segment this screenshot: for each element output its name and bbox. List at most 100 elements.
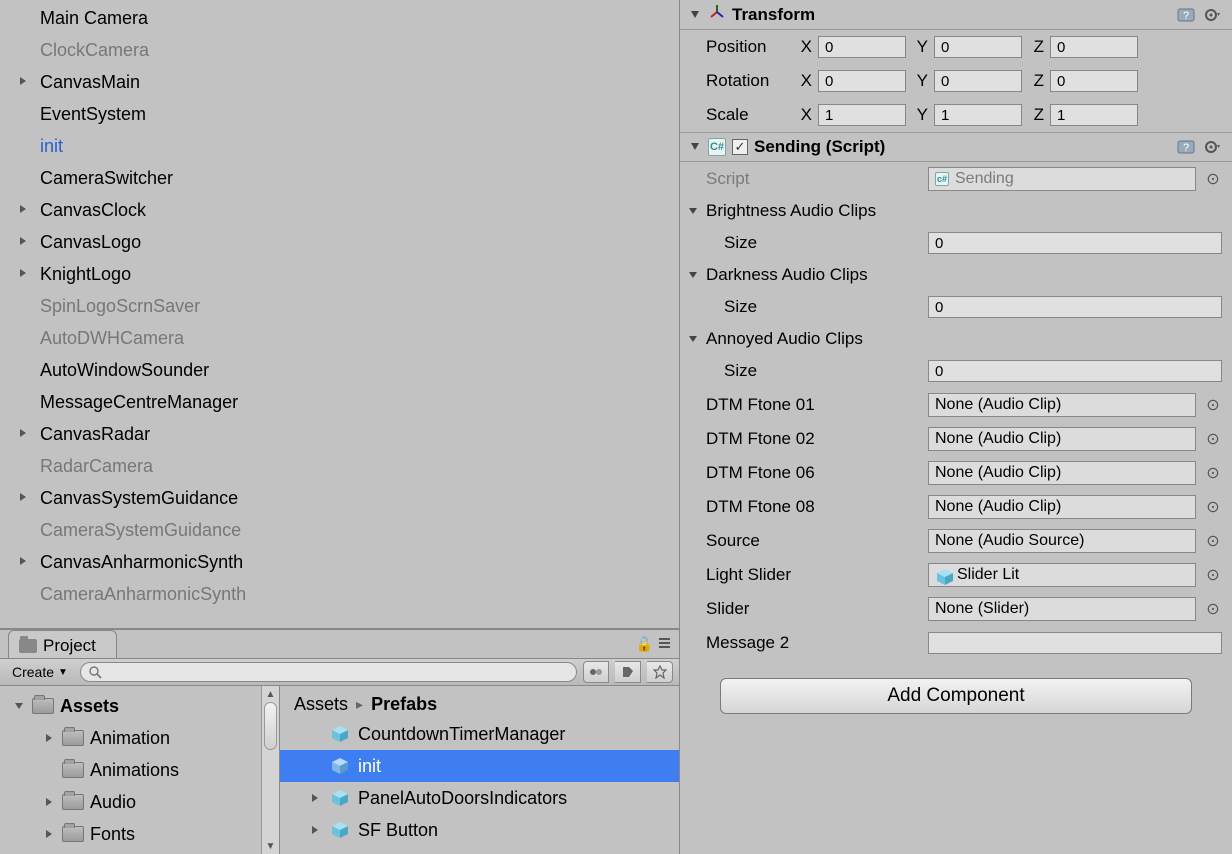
crumb-current[interactable]: Prefabs	[371, 694, 437, 715]
hierarchy-item[interactable]: Main Camera	[0, 2, 679, 34]
foldout-icon[interactable]	[690, 10, 702, 20]
asset-item[interactable]: CountdownTimerManager	[280, 718, 679, 750]
object-picker-icon[interactable]: ⊙	[1204, 566, 1222, 584]
crumb-root[interactable]: Assets	[294, 694, 348, 715]
scroll-up-icon[interactable]: ▲	[262, 686, 279, 702]
scale-x-input[interactable]	[818, 104, 906, 126]
hierarchy-item[interactable]: AutoDWHCamera	[0, 322, 679, 354]
object-picker-icon[interactable]: ⊙	[1204, 532, 1222, 550]
object-picker-icon[interactable]: ⊙	[1204, 396, 1222, 414]
size-input[interactable]	[928, 296, 1222, 318]
asset-item[interactable]: init	[280, 750, 679, 782]
filter-by-type-button[interactable]	[583, 661, 609, 683]
expand-icon[interactable]	[44, 797, 56, 807]
array-section-header[interactable]: Darkness Audio Clips	[680, 260, 1232, 290]
object-field[interactable]: Slider Lit	[928, 563, 1196, 587]
object-field[interactable]: None (Slider)	[928, 597, 1196, 621]
array-section-header[interactable]: Brightness Audio Clips	[680, 196, 1232, 226]
scale-z-input[interactable]	[1050, 104, 1138, 126]
rotation-x-input[interactable]	[818, 70, 906, 92]
scroll-thumb[interactable]	[264, 702, 277, 750]
scrollbar[interactable]: ▲ ▼	[261, 686, 279, 854]
lock-icon[interactable]: 🔓	[636, 636, 653, 653]
hierarchy-item[interactable]: CanvasSystemGuidance	[0, 482, 679, 514]
hierarchy-item[interactable]: CameraSystemGuidance	[0, 514, 679, 546]
object-field[interactable]: None (Audio Clip)	[928, 427, 1196, 451]
help-icon[interactable]: ?	[1176, 137, 1196, 157]
gear-icon[interactable]	[1202, 5, 1222, 25]
foldout-icon[interactable]	[690, 142, 702, 152]
panel-menu-icon[interactable]	[657, 634, 671, 652]
object-picker-icon[interactable]: ⊙	[1204, 600, 1222, 618]
expand-icon[interactable]	[18, 268, 28, 278]
object-field[interactable]: None (Audio Clip)	[928, 393, 1196, 417]
gear-icon[interactable]	[1202, 137, 1222, 157]
object-field[interactable]: None (Audio Clip)	[928, 495, 1196, 519]
add-component-button[interactable]: Add Component	[720, 678, 1192, 714]
expand-icon[interactable]	[18, 492, 28, 502]
expand-icon[interactable]	[310, 729, 322, 739]
hierarchy-item[interactable]: MessageCentreManager	[0, 386, 679, 418]
object-picker-icon[interactable]: ⊙	[1204, 170, 1222, 188]
expand-icon[interactable]	[18, 204, 28, 214]
expand-icon[interactable]	[18, 76, 28, 86]
filter-by-label-button[interactable]	[615, 661, 641, 683]
hierarchy-item[interactable]: init	[0, 130, 679, 162]
project-tab[interactable]: Project	[8, 630, 117, 658]
tree-item[interactable]: Assets	[0, 690, 279, 722]
foldout-icon[interactable]	[688, 334, 700, 344]
position-y-input[interactable]	[934, 36, 1022, 58]
hierarchy-item[interactable]: CameraSwitcher	[0, 162, 679, 194]
favorites-button[interactable]	[647, 661, 673, 683]
expand-icon[interactable]	[310, 761, 322, 771]
expand-icon[interactable]	[18, 556, 28, 566]
position-z-input[interactable]	[1050, 36, 1138, 58]
size-input[interactable]	[928, 232, 1222, 254]
hierarchy-item[interactable]: KnightLogo	[0, 258, 679, 290]
position-x-input[interactable]	[818, 36, 906, 58]
tree-item[interactable]: Audio	[0, 786, 279, 818]
search-field[interactable]	[106, 665, 568, 680]
hierarchy-item[interactable]: CanvasRadar	[0, 418, 679, 450]
hierarchy-item[interactable]: SpinLogoScrnSaver	[0, 290, 679, 322]
array-section-header[interactable]: Annoyed Audio Clips	[680, 324, 1232, 354]
expand-icon[interactable]	[310, 793, 322, 803]
create-button[interactable]: Create ▼	[6, 663, 74, 681]
hierarchy-item[interactable]: CanvasAnharmonicSynth	[0, 546, 679, 578]
expand-icon[interactable]	[310, 825, 322, 835]
hierarchy-item[interactable]: RadarCamera	[0, 450, 679, 482]
object-field[interactable]: None (Audio Clip)	[928, 461, 1196, 485]
transform-header[interactable]: Transform ?	[680, 0, 1232, 30]
asset-item[interactable]: SF Button	[280, 814, 679, 846]
expand-icon[interactable]	[44, 733, 56, 743]
object-field[interactable]: None (Audio Source)	[928, 529, 1196, 553]
tree-item[interactable]: Animation	[0, 722, 279, 754]
foldout-icon[interactable]	[688, 270, 700, 280]
tree-item[interactable]: Animations	[0, 754, 279, 786]
foldout-icon[interactable]	[688, 206, 700, 216]
component-enabled-checkbox[interactable]: ✓	[732, 139, 748, 155]
object-picker-icon[interactable]: ⊙	[1204, 498, 1222, 516]
asset-item[interactable]: PanelAutoDoorsIndicators	[280, 782, 679, 814]
hierarchy-item[interactable]: CameraAnharmonicSynth	[0, 578, 679, 610]
object-picker-icon[interactable]: ⊙	[1204, 464, 1222, 482]
scroll-down-icon[interactable]: ▼	[262, 838, 279, 854]
hierarchy-item[interactable]: CanvasLogo	[0, 226, 679, 258]
hierarchy-item[interactable]: CanvasMain	[0, 66, 679, 98]
help-icon[interactable]: ?	[1176, 5, 1196, 25]
rotation-z-input[interactable]	[1050, 70, 1138, 92]
hierarchy-item[interactable]: AutoWindowSounder	[0, 354, 679, 386]
expand-icon[interactable]	[18, 236, 28, 246]
expand-icon[interactable]	[14, 701, 26, 711]
tree-item[interactable]: Fonts	[0, 818, 279, 850]
sending-header[interactable]: C# ✓ Sending (Script) ?	[680, 132, 1232, 162]
expand-icon[interactable]	[44, 829, 56, 839]
text-input[interactable]	[928, 632, 1222, 654]
rotation-y-input[interactable]	[934, 70, 1022, 92]
expand-icon[interactable]	[18, 428, 28, 438]
hierarchy-item[interactable]: CanvasClock	[0, 194, 679, 226]
size-input[interactable]	[928, 360, 1222, 382]
hierarchy-item[interactable]: EventSystem	[0, 98, 679, 130]
search-input[interactable]	[80, 662, 577, 682]
object-picker-icon[interactable]: ⊙	[1204, 430, 1222, 448]
